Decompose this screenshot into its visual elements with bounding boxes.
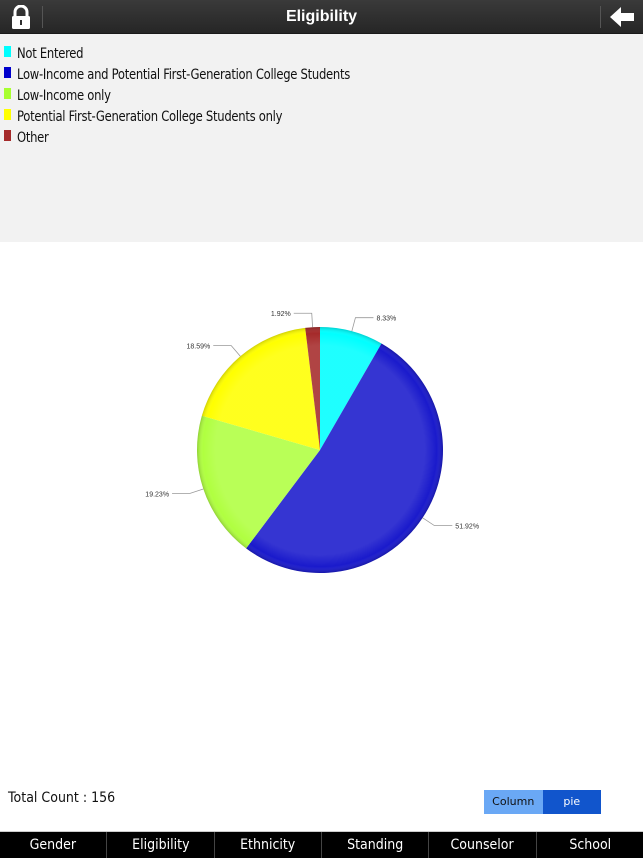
- legend-swatch: [4, 45, 11, 57]
- legend-swatch: [4, 87, 11, 99]
- tab-label: Eligibility: [131, 837, 190, 853]
- label-leader-line: [293, 312, 313, 328]
- data-label: 8.33%: [376, 316, 396, 323]
- tab-label: Ethnicity: [240, 837, 296, 853]
- tab-label: Gender: [29, 837, 77, 853]
- legend-label: Potential First-Generation College Stude…: [17, 109, 283, 125]
- tab-gender[interactable]: Gender: [0, 832, 106, 858]
- data-label: 19.23%: [145, 491, 169, 498]
- legend-label: Not Entered: [17, 46, 84, 62]
- bottom-tab-bar: Gender Eligibility Ethnicity Standing Co…: [0, 831, 643, 858]
- pie-chart-area: 8.33% 51.92% 19.23% 18.59% 1.92%: [0, 242, 643, 782]
- legend-item: Low-Income only: [4, 86, 119, 106]
- legend-swatch: [4, 129, 11, 141]
- legend-label: Low-Income and Potential First-Generatio…: [17, 67, 351, 83]
- data-label: 51.92%: [455, 524, 479, 531]
- tab-label: Counselor: [450, 837, 515, 853]
- legend: Not Entered Low-Income and Potential Firs…: [0, 34, 643, 242]
- label-leader-line: [422, 517, 453, 526]
- tab-label: School: [568, 837, 611, 853]
- legend-item: Not Entered: [4, 44, 89, 64]
- legend-label: Low-Income only: [17, 88, 111, 104]
- tab-counselor[interactable]: Counselor: [428, 832, 535, 858]
- legend-swatch: [4, 66, 11, 78]
- data-label: 1.92%: [271, 311, 291, 318]
- data-label: 18.59%: [186, 344, 210, 351]
- tab-school[interactable]: School: [535, 832, 643, 858]
- tab-ethnicity[interactable]: Ethnicity: [213, 832, 321, 858]
- legend-item: Potential First-Generation College Stude…: [4, 107, 305, 127]
- top-bar: Eligibility: [0, 0, 643, 34]
- column-chart-button[interactable]: Column: [484, 790, 543, 814]
- divider: [600, 6, 601, 28]
- label-leader-line: [351, 317, 374, 332]
- pie-chart: 8.33% 51.92% 19.23% 18.59% 1.92%: [145, 311, 479, 574]
- total-count: Total Count : 156: [8, 790, 116, 806]
- tab-eligibility[interactable]: Eligibility: [106, 832, 213, 858]
- label-leader-line: [213, 345, 241, 357]
- label-leader-line: [172, 488, 204, 494]
- legend-item: Low-Income and Potential First-Generatio…: [4, 65, 379, 85]
- legend-item: Other: [4, 128, 51, 148]
- tab-standing[interactable]: Standing: [320, 832, 428, 858]
- back-arrow-icon[interactable]: [608, 6, 636, 28]
- chart-type-toggle: Column pie: [484, 790, 601, 814]
- legend-label: Other: [17, 130, 49, 146]
- legend-swatch: [4, 108, 11, 120]
- pie-chart-button[interactable]: pie: [542, 790, 601, 814]
- tab-label: Standing: [347, 837, 404, 853]
- page-title: Eligibility: [285, 8, 358, 25]
